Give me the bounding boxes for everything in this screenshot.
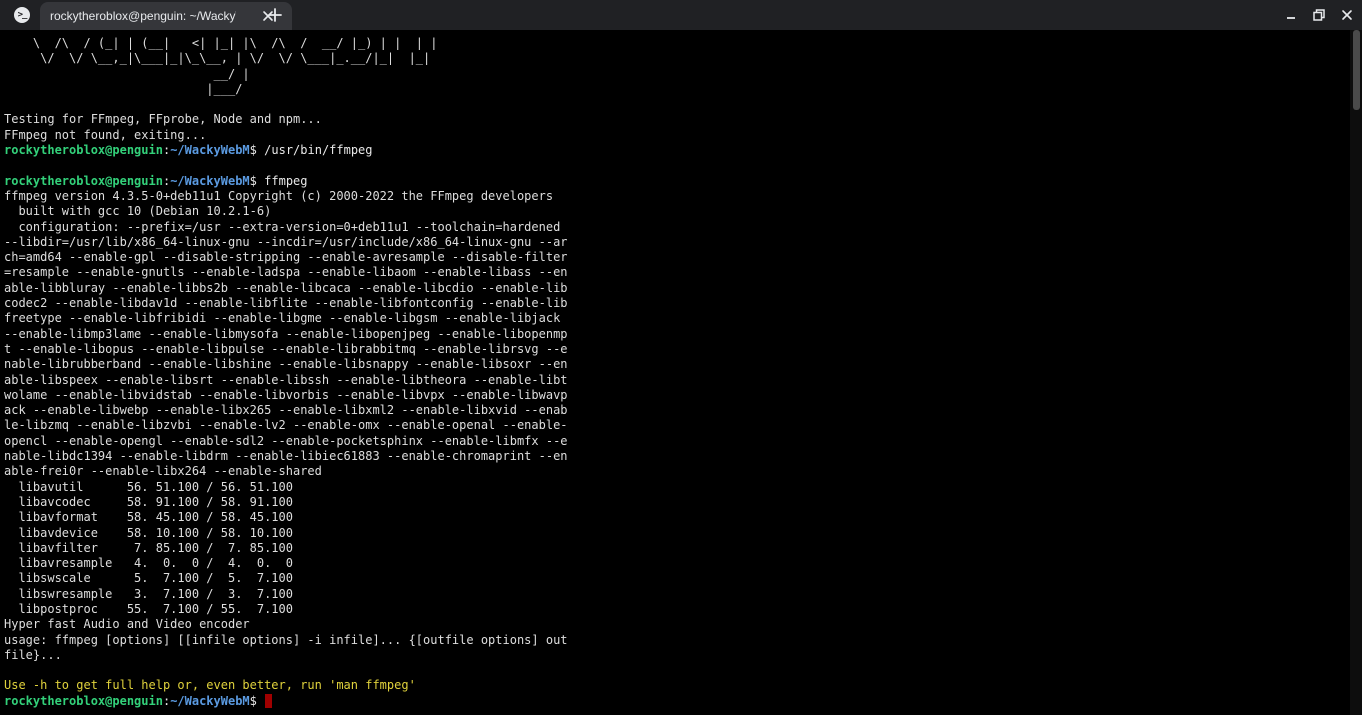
ascii-art-line: __/ | (4, 66, 250, 81)
text-cursor (265, 693, 273, 708)
output-line: ch=amd64 --enable-gpl --disable-strippin… (4, 250, 568, 265)
library-version-line: libswscale 5. 7.100 / 5. 7.100 (4, 571, 293, 586)
prompt-symbol: $ (249, 173, 257, 188)
command-text: ffmpeg (264, 173, 308, 188)
output-line: wolame --enable-libvidstab --enable-libv… (4, 387, 568, 402)
prompt-symbol: $ (249, 143, 257, 158)
library-version-line: libavutil 56. 51.100 / 56. 51.100 (4, 479, 293, 494)
prompt-line: rockytheroblox@penguin:~/WackyWebM$ /usr… (4, 143, 568, 158)
output-line: FFmpeg not found, exiting... (4, 127, 207, 142)
command-text: /usr/bin/ffmpeg (264, 143, 373, 158)
output-line: =resample --enable-gnutls --enable-ladsp… (4, 265, 568, 280)
output-line: --libdir=/usr/lib/x86_64-linux-gnu --inc… (4, 234, 568, 249)
prompt-user-host: rockytheroblox@penguin (4, 143, 163, 158)
prompt-user-host: rockytheroblox@penguin (4, 693, 163, 708)
output-line: able-frei0r --enable-libx264 --enable-sh… (4, 464, 322, 479)
library-version-line: libavformat 58. 45.100 / 58. 45.100 (4, 510, 293, 525)
vertical-scrollbar[interactable] (1350, 30, 1362, 715)
ascii-art-line: \ /\ / (_| | (__| <| |_| |\ /\ / __/ |_)… (4, 36, 438, 50)
prompt-symbol: $ (249, 693, 257, 708)
output-line: able-libspeex --enable-libsrt --enable-l… (4, 372, 568, 387)
output-line: opencl --enable-opengl --enable-sdl2 --e… (4, 433, 568, 448)
tab-title: rockytheroblox@penguin: ~/WackyWebM (50, 9, 236, 23)
library-version-line: libavdevice 58. 10.100 / 58. 10.100 (4, 525, 293, 540)
terminal-app-icon: >_ (14, 7, 30, 23)
scrollbar-thumb[interactable] (1353, 30, 1360, 110)
terminal-lines: \ /\ / (_| | (__| <| |_| |\ /\ / __/ |_)… (4, 36, 568, 709)
output-line: freetype --enable-libfribidi --enable-li… (4, 311, 561, 326)
minimize-icon[interactable] (1282, 6, 1300, 24)
output-line: nable-libdc1394 --enable-libdrm --enable… (4, 449, 568, 464)
output-line: le-libzmq --enable-libzvbi --enable-lv2 … (4, 418, 568, 433)
terminal-output[interactable]: \ /\ / (_| | (__| <| |_| |\ /\ / __/ |_)… (0, 30, 1350, 715)
prompt-path: ~/WackyWebM (170, 693, 250, 708)
output-line: nable-librubberband --enable-libshine --… (4, 357, 568, 372)
window-close-icon[interactable] (1338, 6, 1356, 24)
restore-icon[interactable] (1310, 6, 1328, 24)
library-version-line: libavcodec 58. 91.100 / 58. 91.100 (4, 494, 293, 509)
active-prompt-line[interactable]: rockytheroblox@penguin:~/WackyWebM$ (4, 693, 568, 709)
output-line: usage: ffmpeg [options] [[infile options… (4, 632, 568, 647)
output-line: built with gcc 10 (Debian 10.2.1-6) (4, 204, 272, 219)
prompt-user-host: rockytheroblox@penguin (4, 173, 163, 188)
help-hint-line: Use -h to get full help or, even better,… (4, 678, 416, 693)
ascii-art-line: \/ \/ \__,_|\___|_|\_\__, | \/ \/ \___|_… (4, 51, 431, 66)
prompt-line: rockytheroblox@penguin:~/WackyWebM$ ffmp… (4, 174, 568, 189)
ascii-art-line: |___/ (4, 81, 243, 96)
library-version-line: libavfilter 7. 85.100 / 7. 85.100 (4, 540, 293, 555)
terminal-tab[interactable]: rockytheroblox@penguin: ~/WackyWebM (40, 2, 292, 30)
title-bar: >_ rockytheroblox@penguin: ~/WackyWebM (0, 0, 1362, 30)
output-line: Hyper fast Audio and Video encoder (4, 617, 250, 632)
library-version-line: libpostproc 55. 7.100 / 55. 7.100 (4, 601, 293, 616)
library-version-line: libavresample 4. 0. 0 / 4. 0. 0 (4, 556, 293, 571)
output-line: able-libbluray --enable-libbs2b --enable… (4, 280, 568, 295)
output-line: ffmpeg version 4.3.5-0+deb11u1 Copyright… (4, 188, 554, 203)
output-line: configuration: --prefix=/usr --extra-ver… (4, 219, 561, 234)
output-line: ack --enable-libwebp --enable-libx265 --… (4, 403, 568, 418)
prompt-path: ~/WackyWebM (170, 143, 250, 158)
prompt-path: ~/WackyWebM (170, 173, 250, 188)
library-version-line: libswresample 3. 7.100 / 3. 7.100 (4, 586, 293, 601)
output-line: t --enable-libopus --enable-libpulse --e… (4, 341, 568, 356)
new-tab-plus-icon[interactable] (266, 6, 284, 24)
output-line: codec2 --enable-libdav1d --enable-libfli… (4, 296, 568, 311)
output-line: Testing for FFmpeg, FFprobe, Node and np… (4, 112, 322, 127)
output-line: file}... (4, 647, 62, 662)
output-line: --enable-libmp3lame --enable-libmysofa -… (4, 326, 568, 341)
